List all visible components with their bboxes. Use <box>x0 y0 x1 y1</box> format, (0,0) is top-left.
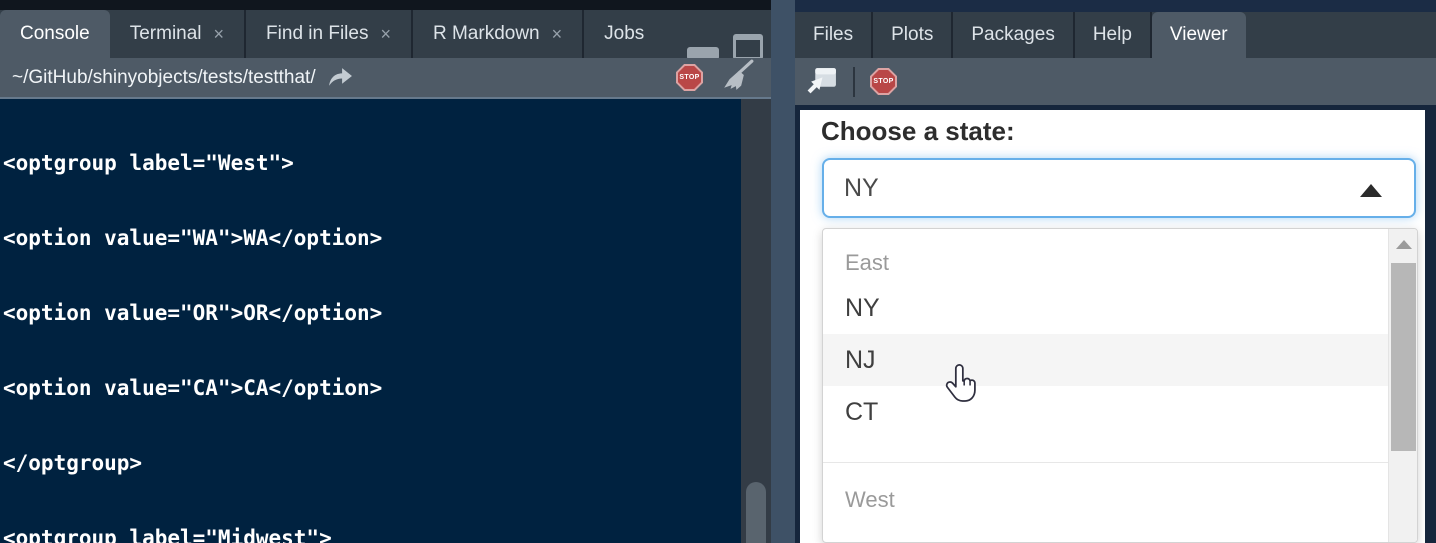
console-pane: Console Terminal × Find in Files × R Mar… <box>0 0 771 543</box>
console-titlebar-icons: STOP <box>676 59 759 96</box>
tab-console[interactable]: Console <box>0 10 110 58</box>
console-output-area: <optgroup label="West"> <option value="W… <box>0 97 771 543</box>
interrupt-r-stop-button[interactable]: STOP <box>676 64 703 91</box>
close-icon[interactable]: × <box>380 24 391 45</box>
toolbar-separator <box>853 67 855 97</box>
console-titlebar: ~/GitHub/shinyobjects/tests/testthat/ ST… <box>0 58 771 97</box>
tab-find-in-files[interactable]: Find in Files × <box>246 10 413 58</box>
viewer-content-area: Choose a state: NY East NY NJ CT West WA <box>795 105 1436 543</box>
console-pane-tabbar: Console Terminal × Find in Files × R Mar… <box>0 10 771 58</box>
optgroup-label-east: East <box>823 244 1388 282</box>
open-in-new-window-icon[interactable] <box>807 65 838 99</box>
viewer-pane-tabbar: Files Plots Packages Help Viewer <box>795 12 1436 58</box>
chevron-up-icon <box>1360 184 1382 197</box>
dropdown-options-list: East NY NJ CT West WA <box>823 229 1388 542</box>
clear-console-broom-icon[interactable] <box>721 59 755 96</box>
console-scrollbar-thumb[interactable] <box>746 482 766 543</box>
stop-app-button[interactable]: STOP <box>870 68 897 95</box>
console-output-line: <option value="WA">WA</option> <box>3 226 741 251</box>
pane-window-controls <box>687 32 763 60</box>
stop-icon-label: STOP <box>678 66 701 89</box>
dropdown-scrollbar[interactable] <box>1388 229 1417 542</box>
option-ny[interactable]: NY <box>823 282 1388 334</box>
option-nj[interactable]: NJ <box>823 334 1388 386</box>
option-wa[interactable]: WA <box>823 527 1388 543</box>
tab-jobs-label: Jobs <box>604 23 644 45</box>
viewer-pane: Files Plots Packages Help Viewer <box>795 0 1436 543</box>
mouse-pointer-cursor <box>945 363 978 413</box>
tab-terminal[interactable]: Terminal × <box>110 10 246 58</box>
tab-files[interactable]: Files <box>795 12 873 58</box>
tab-r-markdown[interactable]: R Markdown × <box>413 10 584 58</box>
tab-jobs[interactable]: Jobs <box>584 10 664 58</box>
tab-packages-label: Packages <box>971 24 1054 46</box>
select-current-value: NY <box>844 174 879 203</box>
optgroup-label-west: West <box>823 481 1388 519</box>
optgroup-divider <box>823 462 1388 463</box>
option-ct[interactable]: CT <box>823 386 1388 438</box>
state-select-dropdown: East NY NJ CT West WA <box>822 228 1418 543</box>
shiny-app-page: Choose a state: NY East NY NJ CT West WA <box>800 110 1425 543</box>
tab-help[interactable]: Help <box>1075 12 1152 58</box>
console-output-line: <option value="CA">CA</option> <box>3 376 741 401</box>
tab-viewer[interactable]: Viewer <box>1152 12 1246 58</box>
rstudio-window: Console Terminal × Find in Files × R Mar… <box>0 0 1436 543</box>
close-icon[interactable]: × <box>552 24 563 45</box>
state-select-input[interactable]: NY <box>822 158 1416 218</box>
console-output-line: </optgroup> <box>3 451 741 476</box>
tab-files-label: Files <box>813 24 853 46</box>
stop-icon-label: STOP <box>872 70 895 93</box>
tab-viewer-label: Viewer <box>1170 24 1228 46</box>
goto-directory-arrow-icon[interactable] <box>326 66 353 89</box>
tab-packages[interactable]: Packages <box>953 12 1074 58</box>
tab-console-label: Console <box>20 23 90 45</box>
tab-terminal-label: Terminal <box>130 23 202 45</box>
scrollbar-up-arrow-icon[interactable] <box>1396 240 1412 249</box>
tab-find-in-files-label: Find in Files <box>266 23 368 45</box>
tab-r-markdown-label: R Markdown <box>433 23 540 45</box>
tab-plots[interactable]: Plots <box>873 12 953 58</box>
select-input-label: Choose a state: <box>821 116 1015 147</box>
console-text[interactable]: <optgroup label="West"> <option value="W… <box>0 99 741 543</box>
tab-plots-label: Plots <box>891 24 933 46</box>
close-icon[interactable]: × <box>214 24 225 45</box>
maximize-pane-icon[interactable] <box>733 34 763 60</box>
console-output-line: <optgroup label="Midwest"> <box>3 526 741 543</box>
tab-help-label: Help <box>1093 24 1132 46</box>
console-output-line: <optgroup label="West"> <box>3 151 741 176</box>
viewer-toolbar: STOP <box>795 58 1436 105</box>
dropdown-scrollbar-thumb[interactable] <box>1391 263 1416 451</box>
working-directory-path: ~/GitHub/shinyobjects/tests/testthat/ <box>12 67 316 89</box>
console-scrollbar[interactable] <box>741 99 771 543</box>
console-output-line: <option value="OR">OR</option> <box>3 301 741 326</box>
